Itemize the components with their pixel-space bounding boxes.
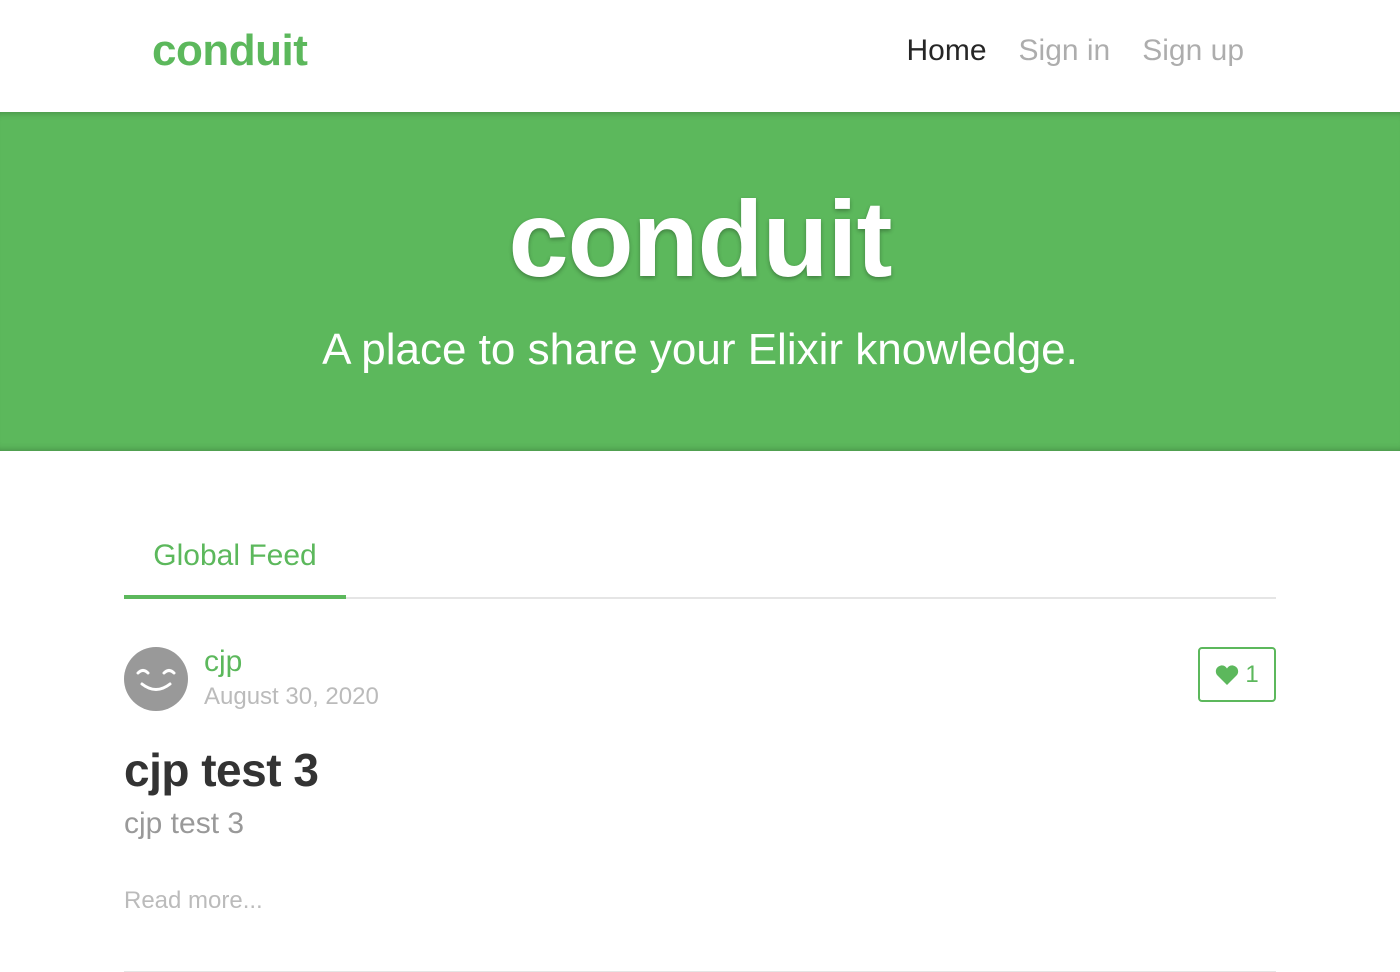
article-date: August 30, 2020 [204,683,379,710]
hero-banner: conduit A place to share your Elixir kno… [0,112,1400,451]
article-description[interactable]: cjp test 3 [124,807,244,841]
brand-logo-link[interactable]: conduit [152,26,308,76]
heart-icon [1216,664,1239,685]
article-author-link[interactable]: cjp [204,645,242,679]
article-title-link[interactable]: cjp test 3 [124,743,319,797]
banner-title: conduit [508,178,893,299]
nav-link-sign-in[interactable]: Sign in [1019,34,1111,67]
nav-item-home: Home [906,34,986,68]
nav-link-sign-up[interactable]: Sign up [1142,34,1244,67]
tab-global-feed[interactable]: Global Feed [124,537,346,599]
nav-links: Home Sign in Sign up [906,34,1244,68]
nav-link-home[interactable]: Home [906,34,986,67]
nav-item-sign-up: Sign up [1142,34,1244,68]
navbar: conduit Home Sign in Sign up [0,0,1400,112]
article-preview: cjp August 30, 2020 1 cjp test 3 cjp tes… [124,599,1276,972]
feed-container: Global Feed cjp August 30, 2020 1 cjp te… [124,537,1276,972]
favorite-button[interactable]: 1 [1198,647,1276,702]
read-more-link[interactable]: Read more... [124,887,263,915]
banner-subtitle: A place to share your Elixir knowledge. [322,325,1078,374]
favorite-count: 1 [1245,660,1259,688]
nav-item-sign-in: Sign in [1019,34,1111,68]
feed-toggle: Global Feed [124,537,1276,599]
smiley-avatar-icon[interactable] [124,647,188,711]
